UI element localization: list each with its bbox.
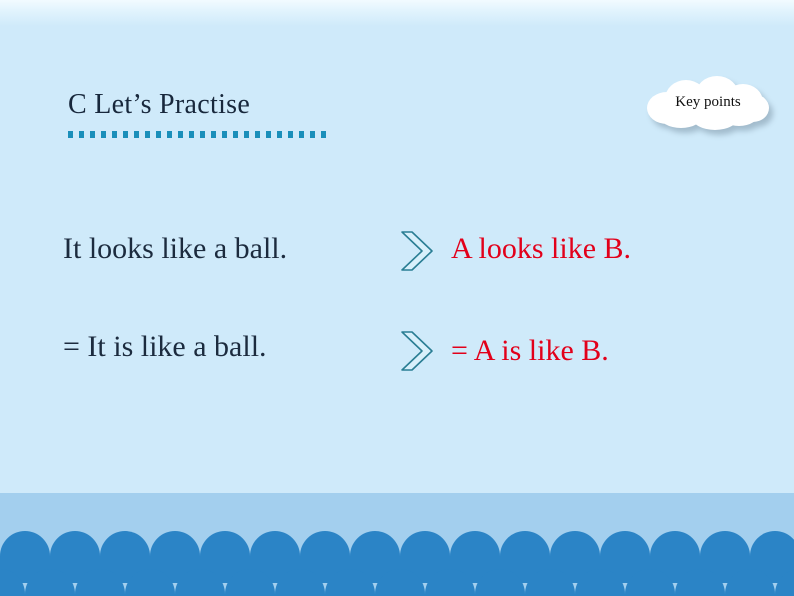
dome-shape <box>725 569 775 596</box>
dome-shape <box>575 569 625 596</box>
sentence-right-2: = A is like B. <box>451 334 609 367</box>
key-points-cloud: Key points <box>645 76 779 136</box>
sentence-row-1: It looks like a ball. A looks like B. <box>0 224 794 284</box>
dome-shape <box>125 569 175 596</box>
double-chevron-right-icon <box>398 228 440 274</box>
dome-shape <box>25 569 75 596</box>
dome-shape <box>625 569 675 596</box>
dome-shape <box>475 569 525 596</box>
title-dotted-underline <box>68 131 328 138</box>
dome-shape <box>175 569 225 596</box>
bottom-decorative-band <box>0 493 794 596</box>
dome-shape <box>525 569 575 596</box>
dome-shape <box>75 569 125 596</box>
dome-shape <box>775 569 794 596</box>
double-chevron-right-icon <box>398 328 440 374</box>
dome-shape <box>325 569 375 596</box>
dome-shape <box>675 569 725 596</box>
slide-canvas: C Let’s Practise Key points It looks lik… <box>0 0 794 596</box>
dome-shape <box>225 569 275 596</box>
page-title: C Let’s Practise <box>68 89 251 120</box>
dome-shape <box>375 569 425 596</box>
top-gradient-sheen <box>0 0 794 26</box>
dome-row-bottom <box>0 569 794 596</box>
dome-shape <box>425 569 475 596</box>
key-points-label: Key points <box>675 93 741 110</box>
sentence-left-1: It looks like a ball. <box>63 232 288 265</box>
sentence-row-2: = It is like a ball. = A is like B. <box>0 322 794 382</box>
dome-shape <box>275 569 325 596</box>
dome-shape <box>0 569 25 596</box>
title-block: C Let’s Practise <box>68 88 368 138</box>
sentence-right-1: A looks like B. <box>451 232 632 265</box>
sentence-left-2: = It is like a ball. <box>63 330 267 363</box>
